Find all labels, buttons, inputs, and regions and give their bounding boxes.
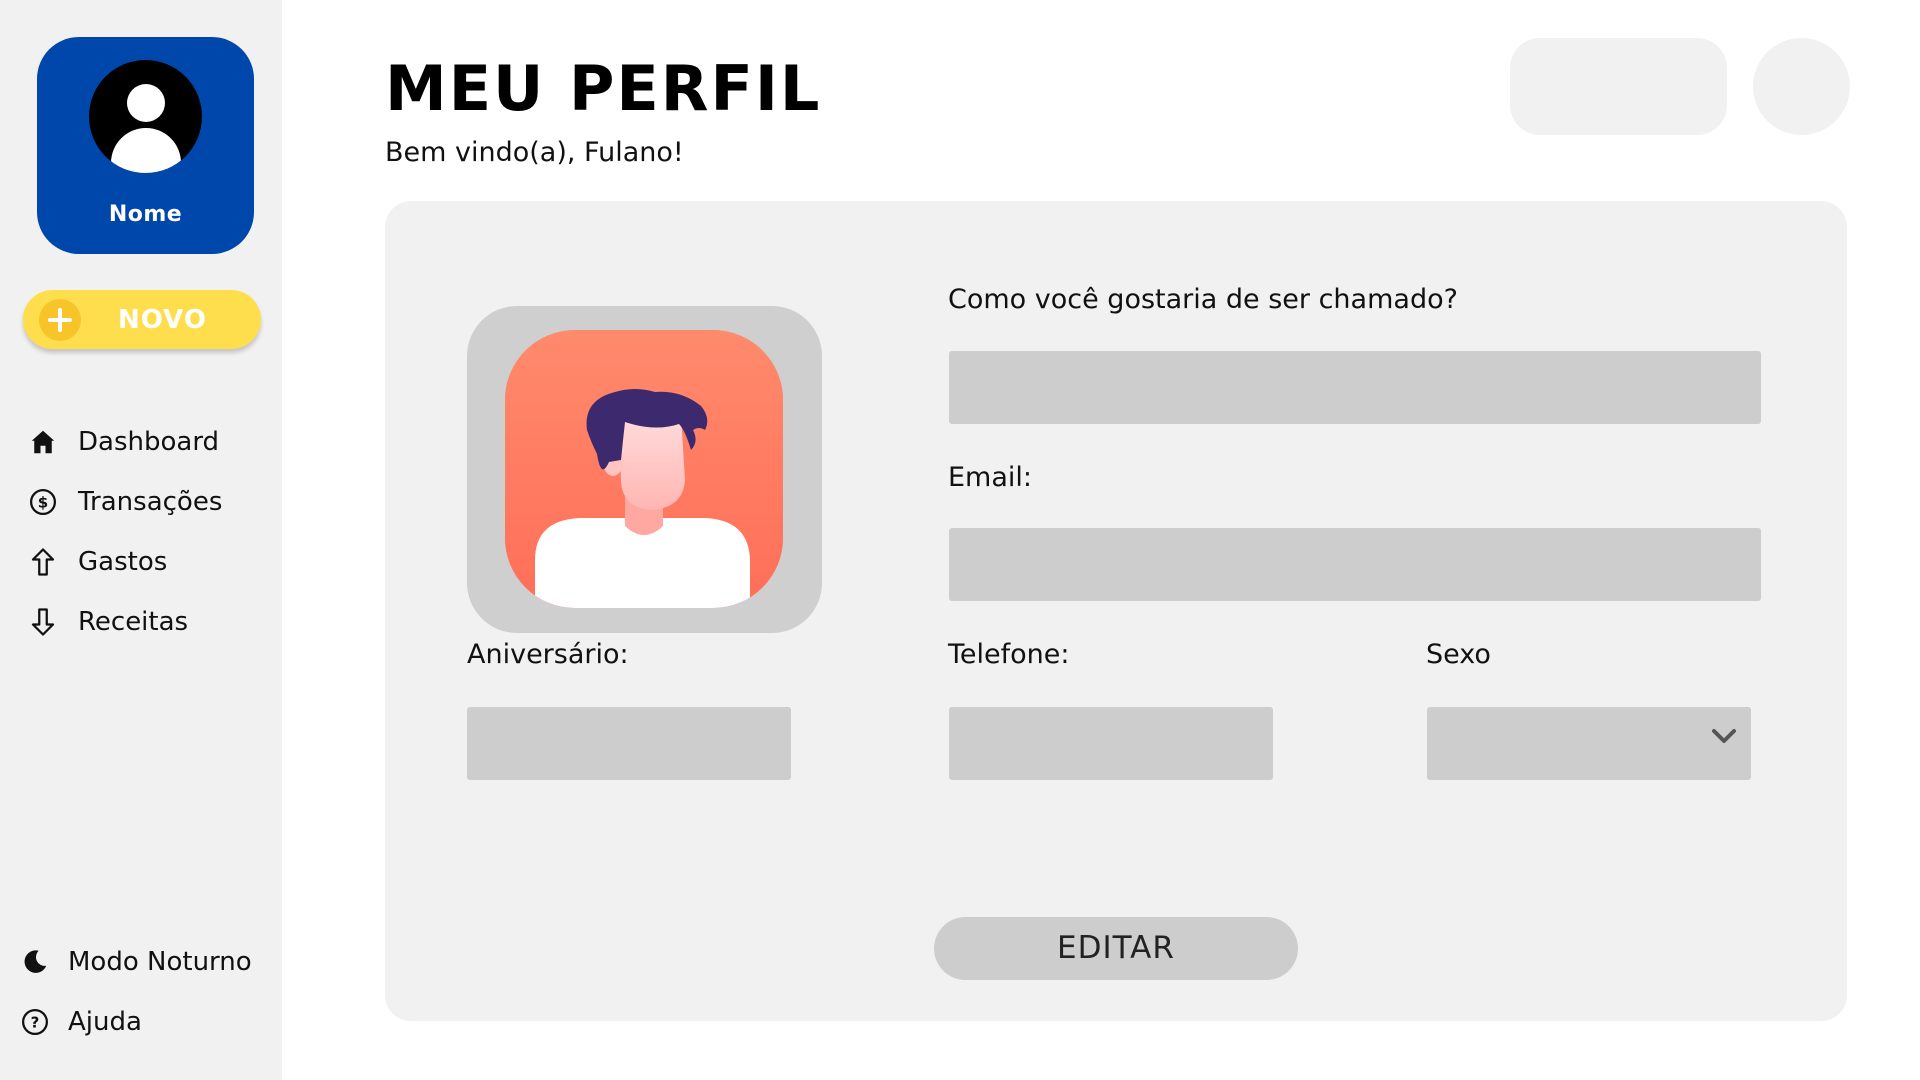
home-icon	[31, 430, 55, 454]
nickname-field[interactable]	[949, 351, 1761, 424]
sidebar-item-transacoes[interactable]: $ Transações	[28, 472, 222, 532]
arrow-up-icon	[31, 548, 55, 576]
welcome-subtitle: Bem vindo(a), Fulano!	[385, 137, 684, 168]
edit-button[interactable]: EDITAR	[934, 917, 1298, 980]
email-field[interactable]	[949, 528, 1761, 601]
person-avatar-icon	[505, 330, 783, 608]
sidebar-item-label: Receitas	[78, 607, 189, 637]
user-avatar-icon	[89, 60, 202, 173]
chevron-down-icon	[1712, 729, 1736, 743]
new-button[interactable]: NOVO	[23, 290, 261, 349]
arrow-down-icon	[31, 608, 55, 636]
svg-text:$: $	[38, 494, 48, 512]
profile-form-panel: Como você gostaria de ser chamado? Email…	[385, 201, 1847, 1021]
profile-card[interactable]: Nome	[37, 37, 254, 254]
sidebar-item-receitas[interactable]: Receitas	[28, 592, 222, 652]
help-icon: ?	[22, 1009, 48, 1035]
header-placeholder-button[interactable]	[1510, 38, 1727, 135]
nickname-label: Como você gostaria de ser chamado?	[948, 284, 1458, 315]
sidebar-item-ajuda[interactable]: ? Ajuda	[20, 992, 252, 1052]
dollar-circle-icon: $	[30, 489, 56, 515]
header-placeholder-avatar[interactable]	[1753, 38, 1850, 135]
profile-name: Nome	[108, 202, 183, 227]
birthday-field[interactable]	[467, 707, 791, 780]
moon-icon	[24, 950, 47, 973]
sidebar-item-dashboard[interactable]: Dashboard	[28, 412, 222, 472]
sidebar-bottom-nav: Modo Noturno ? Ajuda	[20, 932, 252, 1052]
birthday-label: Aniversário:	[467, 639, 629, 670]
phone-label: Telefone:	[948, 639, 1070, 670]
edit-button-label: EDITAR	[1057, 930, 1175, 966]
profile-photo-frame[interactable]	[467, 306, 822, 633]
new-button-label: NOVO	[118, 305, 207, 335]
sidebar-item-gastos[interactable]: Gastos	[28, 532, 222, 592]
sidebar-item-modo-noturno[interactable]: Modo Noturno	[20, 932, 252, 992]
gender-label: Sexo	[1426, 639, 1491, 670]
sidebar-item-label: Modo Noturno	[68, 947, 252, 977]
svg-text:?: ?	[31, 1014, 40, 1032]
sidebar: Nome NOVO Dashboard $ Transações Gastos	[0, 0, 282, 1080]
plus-icon	[39, 299, 81, 341]
sidebar-item-label: Transações	[78, 487, 223, 517]
sidebar-item-label: Dashboard	[78, 427, 220, 457]
gender-select[interactable]	[1427, 707, 1751, 780]
email-label: Email:	[948, 462, 1033, 493]
sidebar-nav: Dashboard $ Transações Gastos Receitas	[28, 412, 222, 652]
sidebar-item-label: Gastos	[78, 547, 168, 577]
page-title: MEU PERFIL	[385, 52, 822, 125]
profile-photo	[505, 330, 783, 608]
phone-field[interactable]	[949, 707, 1273, 780]
sidebar-item-label: Ajuda	[68, 1007, 142, 1037]
